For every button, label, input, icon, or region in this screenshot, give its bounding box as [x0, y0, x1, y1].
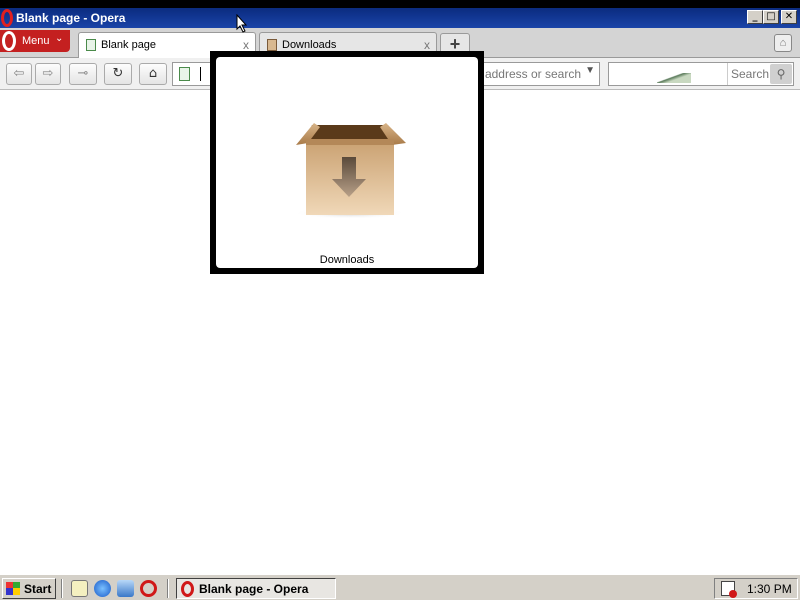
preview-label: Downloads — [319, 254, 375, 266]
close-button[interactable]: ✕ — [781, 10, 797, 24]
window-titlebar[interactable]: Blank page - Opera _ □ ✕ — [0, 0, 800, 28]
notepad-icon[interactable] — [71, 580, 88, 597]
home-icon: ⌂ — [148, 66, 158, 81]
opera-logo-icon — [1, 9, 13, 27]
search-icon[interactable]: ⚲ — [770, 64, 792, 84]
tab-label: Downloads — [282, 39, 337, 51]
minimize-button[interactable]: _ — [747, 10, 763, 24]
opera-menu-button[interactable]: Menu ⌄ — [0, 30, 70, 52]
windows-logo-icon — [6, 582, 20, 595]
search-field[interactable]: Search ⚲ — [608, 62, 794, 86]
clock: 1:30 PM — [747, 582, 792, 596]
tray-notification-icon[interactable] — [721, 581, 737, 598]
taskbar-divider — [61, 579, 63, 598]
home-button[interactable]: ⌂ — [139, 63, 167, 85]
mouse-cursor-icon — [236, 14, 248, 33]
download-box-icon — [294, 123, 406, 219]
reload-icon: ↻ — [112, 66, 124, 81]
tab-label: Blank page — [101, 39, 157, 51]
window-title: Blank page - Opera — [16, 11, 126, 25]
address-placeholder: r address or search — [477, 67, 581, 81]
search-engine-icon — [657, 73, 691, 83]
chevron-down-icon: ⌄ — [55, 33, 64, 44]
taskbar-item-label: Blank page - Opera — [199, 582, 309, 596]
search-divider — [727, 63, 728, 85]
opera-logo-icon — [181, 581, 194, 597]
desktop-icon[interactable] — [117, 580, 134, 597]
search-placeholder: Search — [731, 67, 770, 81]
download-box-icon — [267, 39, 277, 51]
tab-close-icon[interactable]: x — [243, 38, 249, 52]
page-icon — [86, 39, 96, 51]
page-icon — [179, 67, 190, 81]
taskbar: Start Blank page - Opera 1:30 PM — [0, 574, 800, 600]
chevron-down-icon[interactable]: ▼ — [585, 65, 595, 76]
tab-close-icon[interactable]: x — [424, 38, 430, 52]
internet-explorer-icon[interactable] — [94, 580, 111, 597]
key-button[interactable]: ⊸ — [69, 63, 97, 85]
arrow-left-icon: ⇦ — [13, 66, 25, 81]
trash-icon[interactable]: ⌂ — [774, 34, 792, 52]
maximize-button[interactable]: □ — [763, 10, 779, 24]
opera-logo-icon — [2, 31, 16, 51]
reload-button[interactable]: ↻ — [104, 63, 132, 85]
opera-logo-icon[interactable] — [140, 580, 157, 597]
text-cursor — [200, 67, 201, 81]
preview-panel: Downloads — [216, 57, 478, 268]
start-label: Start — [24, 582, 52, 596]
back-button[interactable]: ⇦ — [6, 63, 32, 85]
taskbar-divider — [167, 579, 169, 598]
tab-preview-popup[interactable]: Downloads — [210, 51, 484, 274]
arrow-right-icon: ⇨ — [42, 66, 54, 81]
menu-label: Menu — [22, 35, 50, 47]
taskbar-item-opera[interactable]: Blank page - Opera — [176, 578, 336, 599]
top-edge — [0, 0, 800, 8]
forward-button[interactable]: ⇨ — [35, 63, 61, 85]
key-icon: ⊸ — [77, 66, 89, 81]
system-tray: 1:30 PM — [714, 578, 798, 599]
start-button[interactable]: Start — [2, 578, 56, 599]
